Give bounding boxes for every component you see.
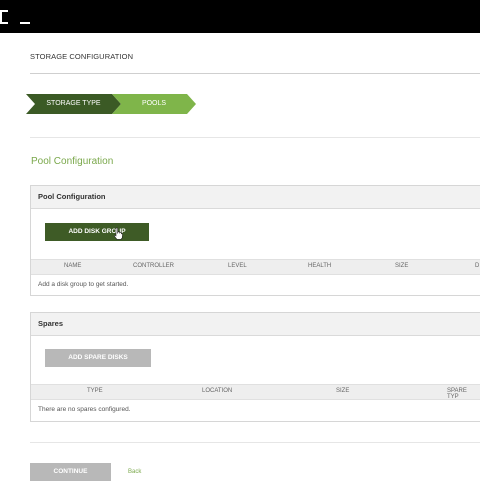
- divider: [30, 442, 480, 443]
- section-title: Pool Configuration: [31, 156, 114, 167]
- column-header-size[interactable]: SIZE: [336, 388, 349, 394]
- pool-configuration-panel: Pool Configuration ADD DISK GROUP NAME C…: [30, 185, 480, 296]
- column-header-health[interactable]: HEALTH: [308, 263, 331, 269]
- divider: [30, 137, 480, 138]
- top-bar: [0, 0, 480, 33]
- continue-button[interactable]: CONTINUE: [30, 463, 111, 481]
- wizard-step-storage-type[interactable]: STORAGE TYPE: [26, 94, 121, 114]
- column-header-controller[interactable]: CONTROLLER: [133, 263, 174, 269]
- add-disk-group-button[interactable]: ADD DISK GROUP: [45, 223, 149, 241]
- panel-header: Spares: [31, 313, 480, 336]
- column-header-name[interactable]: NAME: [64, 263, 81, 269]
- column-header-level[interactable]: LEVEL: [228, 263, 247, 269]
- window-corner-icon: [0, 10, 30, 24]
- column-header-spare-type[interactable]: SPARE TYP: [447, 388, 480, 400]
- column-header-location[interactable]: LOCATION: [202, 388, 232, 394]
- empty-state-text: Add a disk group to get started.: [38, 281, 129, 288]
- column-header-type[interactable]: TYPE: [87, 388, 103, 394]
- page-title: STORAGE CONFIGURATION: [30, 52, 134, 61]
- divider: [30, 73, 480, 74]
- add-spare-disks-button[interactable]: ADD SPARE DISKS: [45, 349, 151, 367]
- back-link[interactable]: Back: [128, 469, 141, 475]
- spares-table-header: TYPE LOCATION SIZE SPARE TYP: [31, 384, 480, 400]
- column-header-d[interactable]: D: [475, 263, 479, 269]
- empty-state-text: There are no spares configured.: [38, 406, 131, 413]
- column-header-size[interactable]: SIZE: [395, 263, 408, 269]
- panel-header: Pool Configuration: [31, 186, 480, 209]
- disk-group-table-header: NAME CONTROLLER LEVEL HEALTH SIZE D: [31, 259, 480, 275]
- hand-cursor-icon: [113, 227, 123, 240]
- spares-panel: Spares ADD SPARE DISKS TYPE LOCATION SIZ…: [30, 312, 480, 422]
- wizard-step-pools[interactable]: POOLS: [112, 94, 196, 114]
